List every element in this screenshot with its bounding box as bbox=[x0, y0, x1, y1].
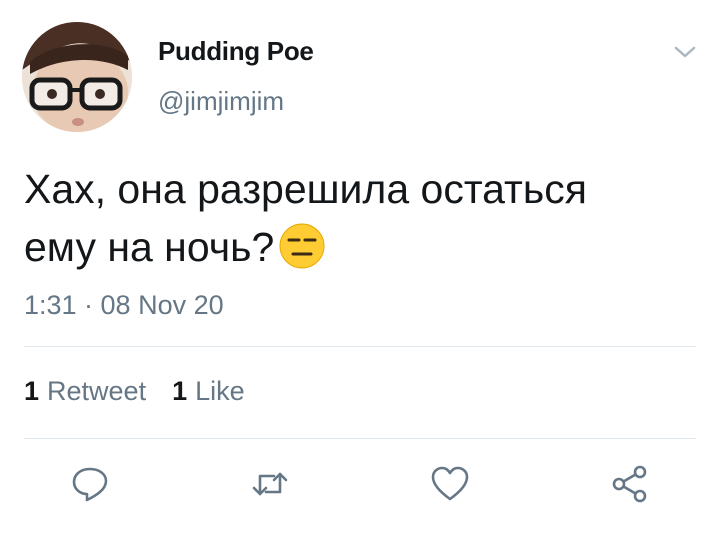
retweet-icon[interactable] bbox=[250, 464, 290, 504]
tweet-text-line2: ему на ночь? bbox=[24, 224, 275, 270]
retweets-count: 1 bbox=[24, 376, 40, 406]
divider bbox=[24, 438, 696, 439]
likes-count: 1 bbox=[172, 376, 188, 406]
retweets-label: Retweet bbox=[47, 376, 147, 406]
likes-label: Like bbox=[195, 376, 245, 406]
chevron-down-icon[interactable] bbox=[672, 42, 698, 62]
retweets-stat[interactable]: 1 Retweet bbox=[24, 376, 146, 407]
reply-icon[interactable] bbox=[70, 464, 110, 504]
avatar-image bbox=[22, 22, 132, 132]
tweet-timestamp[interactable]: 1:31 · 08 Nov 20 bbox=[24, 290, 224, 321]
tweet-text: Хах, она разрешила остаться ему на ночь? bbox=[24, 160, 684, 276]
like-icon[interactable] bbox=[430, 464, 470, 504]
expressionless-face-icon bbox=[279, 223, 325, 269]
author-handle[interactable]: @jimjimjim bbox=[158, 86, 284, 117]
divider bbox=[24, 346, 696, 347]
tweet-text-line1: Хах, она разрешила остаться bbox=[24, 166, 587, 212]
tweet-stats: 1 Retweet 1 Like bbox=[24, 376, 271, 407]
share-icon[interactable] bbox=[610, 464, 650, 504]
likes-stat[interactable]: 1 Like bbox=[172, 376, 245, 407]
author-name[interactable]: Pudding Poe bbox=[158, 36, 314, 67]
avatar[interactable] bbox=[22, 22, 132, 132]
